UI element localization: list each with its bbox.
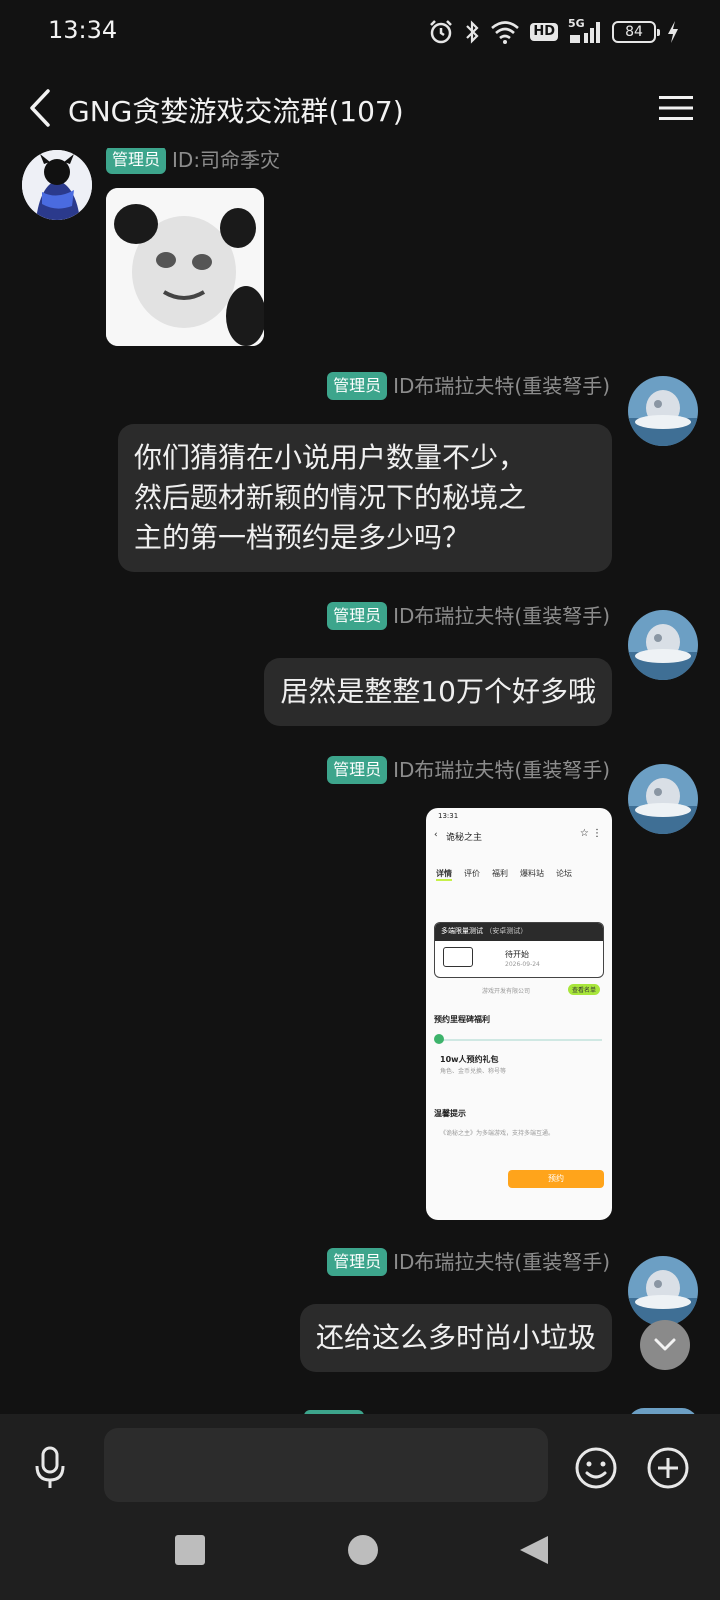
- avatar[interactable]: [628, 376, 698, 446]
- message-sender-line: 管理员 ID:司命季灾: [106, 148, 280, 174]
- shot-tips-text: 《诡秘之主》为多端游戏，支持多端互通。: [440, 1130, 555, 1137]
- back-triangle-icon[interactable]: [518, 1534, 550, 1566]
- admin-badge: 管理员: [327, 601, 388, 630]
- signal-icon: 5G: [568, 17, 602, 45]
- home-circle-icon[interactable]: [348, 1535, 378, 1565]
- shot-test-sub: （安卓测试）: [485, 927, 528, 935]
- shot-milestone-title: 预约里程碑福利: [434, 1015, 490, 1024]
- status-icons: HD 5G 84: [428, 16, 680, 48]
- wifi-icon: [491, 21, 520, 44]
- shot-company: 游戏开发有限公司: [482, 988, 531, 995]
- hd-icon: HD: [530, 23, 558, 41]
- shot-star-icon: ☆ ⋮: [579, 828, 602, 839]
- more-button[interactable]: [646, 1446, 690, 1490]
- input-bar: [0, 1414, 720, 1522]
- emoji-button[interactable]: [574, 1446, 618, 1490]
- shot-tab: 评价: [464, 869, 480, 878]
- charging-icon: [668, 21, 678, 43]
- admin-badge: 管理员: [327, 371, 388, 400]
- shot-date: 2026-09-24: [505, 961, 540, 968]
- shot-tab: 福利: [492, 869, 508, 878]
- admin-badge: 管理员: [106, 148, 167, 174]
- chevron-left-icon: [30, 89, 50, 127]
- panda-meme-sticker: [106, 188, 264, 346]
- sender-name[interactable]: ID布瑞拉夫特(重装弩手): [393, 604, 610, 628]
- recent-apps-square-icon[interactable]: [175, 1535, 205, 1565]
- menu-button[interactable]: [658, 90, 694, 126]
- shot-title: 诡秘之主: [446, 833, 483, 843]
- shot-view-button: 查看名单: [567, 984, 600, 995]
- shot-tabs: 详情 评价 福利 爆料站 论坛: [436, 868, 606, 881]
- microphone-icon: [35, 1446, 65, 1488]
- alarm-icon: [430, 20, 453, 44]
- shot-time: 13:31: [438, 812, 459, 820]
- chat-header: GNG贪婪游戏交流群(107): [0, 64, 720, 154]
- avatar[interactable]: [628, 1256, 698, 1326]
- shot-status: 待开始: [505, 950, 529, 959]
- sender-name[interactable]: ID布瑞拉夫特(重装弩手): [393, 758, 610, 782]
- text-message-bubble[interactable]: 还给这么多时尚小垃圾: [299, 1304, 612, 1372]
- shot-test-card: 多端限量测试 （安卓测试） 待开始 2026-09-24: [434, 922, 604, 978]
- sender-name[interactable]: ID:司命季灾: [172, 148, 280, 172]
- shot-reward-desc: 角色、金币兑换、称号等: [440, 1068, 507, 1075]
- status-bar: 13:34 HD 5G 84: [0, 0, 720, 64]
- shot-game-logo: [443, 947, 473, 967]
- shot-back-icon: ‹: [434, 830, 438, 840]
- shot-tips-title: 温馨提示: [434, 1109, 466, 1118]
- admin-badge: 管理员: [327, 1247, 388, 1276]
- text-message-bubble[interactable]: 居然是整整10万个好多哦: [264, 658, 612, 726]
- message-line: 然后题材新颖的情况下的秘境之: [134, 481, 527, 514]
- text-message-bubble[interactable]: 你们猜猜在小说用户数量不少， 然后题材新颖的情况下的秘境之 主的第一档预约是多少…: [118, 424, 612, 572]
- avatar[interactable]: [628, 610, 698, 680]
- shot-tab: 爆料站: [520, 869, 544, 878]
- message-sender-line: 管理员 ID布瑞拉夫特(重装弩手): [327, 1246, 610, 1276]
- shot-progress-track: [438, 1039, 602, 1041]
- shot-tab: 论坛: [556, 869, 572, 878]
- message-sender-line: 管理员 ID布瑞拉夫特(重装弩手): [327, 754, 610, 784]
- battery-icon: 84: [612, 21, 660, 43]
- plus-circle-icon: [647, 1447, 689, 1489]
- hamburger-menu-icon: [659, 96, 693, 120]
- bluetooth-icon: [466, 20, 479, 44]
- chevron-down-icon: [654, 1338, 676, 1351]
- sender-name[interactable]: ID布瑞拉夫特(重装弩手): [393, 1250, 610, 1274]
- shot-reserve-button: 预约: [508, 1170, 604, 1188]
- status-time: 13:34: [48, 16, 118, 44]
- message-sender-line: 管理员 ID布瑞拉夫特(重装弩手): [327, 370, 610, 400]
- avatar[interactable]: [22, 150, 92, 220]
- shot-test-title: 多端限量测试: [441, 927, 483, 935]
- avatar[interactable]: [628, 764, 698, 834]
- scroll-to-bottom-button[interactable]: [640, 1320, 690, 1370]
- voice-button[interactable]: [28, 1444, 72, 1492]
- message-input[interactable]: [104, 1428, 548, 1502]
- shot-reward-title: 10w人预约礼包: [440, 1055, 499, 1064]
- sender-name[interactable]: ID布瑞拉夫特(重装弩手): [393, 374, 610, 398]
- battery-level: 84: [625, 24, 643, 40]
- emoji-smile-icon: [575, 1447, 617, 1489]
- message-sender-line: 管理员 ID布瑞拉夫特(重装弩手): [327, 600, 610, 630]
- shot-tab: 详情: [436, 868, 452, 881]
- back-button[interactable]: [20, 86, 60, 130]
- message-line: 主的第一档预约是多少吗？: [134, 521, 471, 554]
- shot-progress-dot: [434, 1034, 444, 1044]
- sticker-image-message[interactable]: [106, 188, 264, 346]
- admin-badge: 管理员: [327, 755, 388, 784]
- screenshot-image-message[interactable]: 13:31 ‹ 诡秘之主 ☆ ⋮ 详情 评价 福利 爆料站 论坛 多端限量测试 …: [426, 808, 612, 1220]
- system-nav-bar: [0, 1522, 720, 1600]
- message-line: 你们猜猜在小说用户数量不少，: [134, 441, 527, 474]
- group-title[interactable]: GNG贪婪游戏交流群(107): [68, 90, 404, 130]
- message-list[interactable]: 管理员 ID:司命季灾 管理员 ID布瑞拉夫特(重装弩手) 你们猜猜在小说用户数量不…: [0, 148, 720, 1414]
